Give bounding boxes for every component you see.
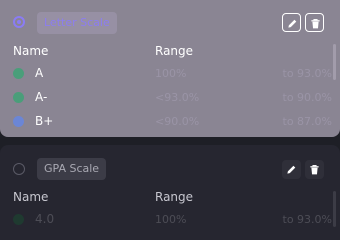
grading-scale-card-gpa[interactable]: GPA Scale Name Range 4.0 100% to 93.0% [0,145,340,240]
column-header-name: Name [13,44,49,58]
scrollbar[interactable] [333,44,336,80]
grade-row[interactable]: B+ <90.0% to 87.0% [0,111,340,133]
grade-range-end: to 93.0% [282,67,332,80]
column-header-range: Range [155,44,194,58]
delete-scale-button[interactable] [305,13,324,32]
grade-name: A [35,66,44,80]
delete-scale-button[interactable] [305,160,324,179]
scrollbar[interactable] [333,191,336,227]
scale-radio-unselected[interactable] [13,163,25,175]
grade-range-start: <90.0% [155,115,200,128]
edit-scale-button[interactable] [282,160,301,179]
pencil-icon [287,165,296,174]
grade-range-start: 100% [155,67,187,80]
column-header-range: Range [155,190,194,204]
edit-scale-button[interactable] [282,13,301,32]
grade-name: A- [35,90,48,104]
trash-icon [310,165,319,175]
grade-row[interactable]: A- <93.0% to 90.0% [0,87,340,109]
grade-range-end: to 93.0% [282,213,332,226]
grade-color-dot [13,92,24,103]
trash-icon [311,19,320,29]
grade-range-end: to 90.0% [282,91,332,104]
scale-name-tag: GPA Scale [37,158,107,180]
grade-name: B+ [35,114,54,128]
grading-scale-card-letter[interactable]: Letter Scale Name Range A 100% to 93.0% … [0,0,340,137]
column-header-name: Name [13,190,49,204]
grade-row[interactable]: 4.0 100% to 93.0% [0,209,340,231]
grade-color-dot [13,116,24,127]
pencil-icon [288,19,297,28]
grade-name: 4.0 [35,212,55,226]
grade-range-end: to 87.0% [282,115,332,128]
grade-row[interactable]: A 100% to 93.0% [0,63,340,85]
grade-range-start: 100% [155,213,187,226]
grade-range-start: <93.0% [155,91,200,104]
grade-color-dot [13,68,24,79]
scale-name-tag: Letter Scale [37,12,117,34]
scale-radio-selected[interactable] [13,16,25,28]
grade-color-dot [13,214,24,225]
